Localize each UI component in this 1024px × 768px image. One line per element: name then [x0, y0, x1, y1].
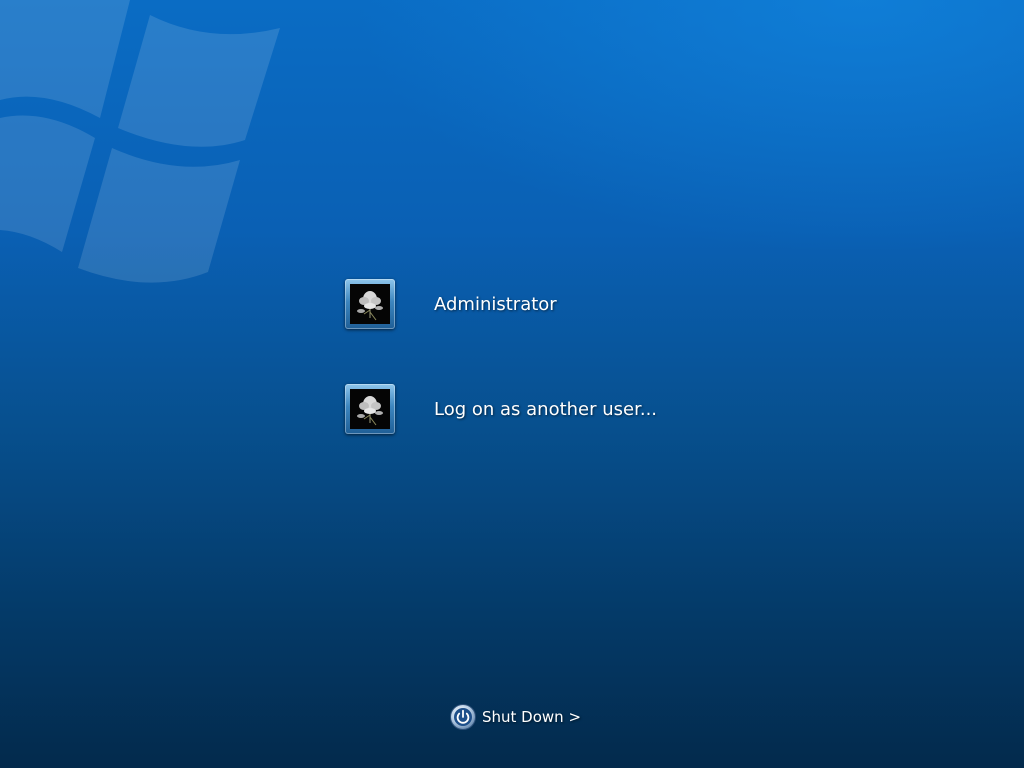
flower-avatar-icon — [350, 284, 390, 324]
power-icon[interactable] — [449, 703, 477, 731]
avatar[interactable] — [345, 384, 395, 434]
user-name-label[interactable]: Log on as another user... — [434, 399, 657, 420]
user-tile-administrator[interactable]: Administrator — [345, 276, 765, 332]
flower-avatar-icon — [350, 389, 390, 429]
shutdown-label[interactable]: Shut Down > — [482, 708, 581, 726]
windows-logo-icon — [0, 0, 280, 283]
user-name-label[interactable]: Administrator — [434, 294, 557, 315]
user-tile-other-user[interactable]: Log on as another user... — [345, 381, 765, 437]
avatar[interactable] — [345, 279, 395, 329]
shutdown-button[interactable]: Shut Down > — [449, 702, 581, 732]
